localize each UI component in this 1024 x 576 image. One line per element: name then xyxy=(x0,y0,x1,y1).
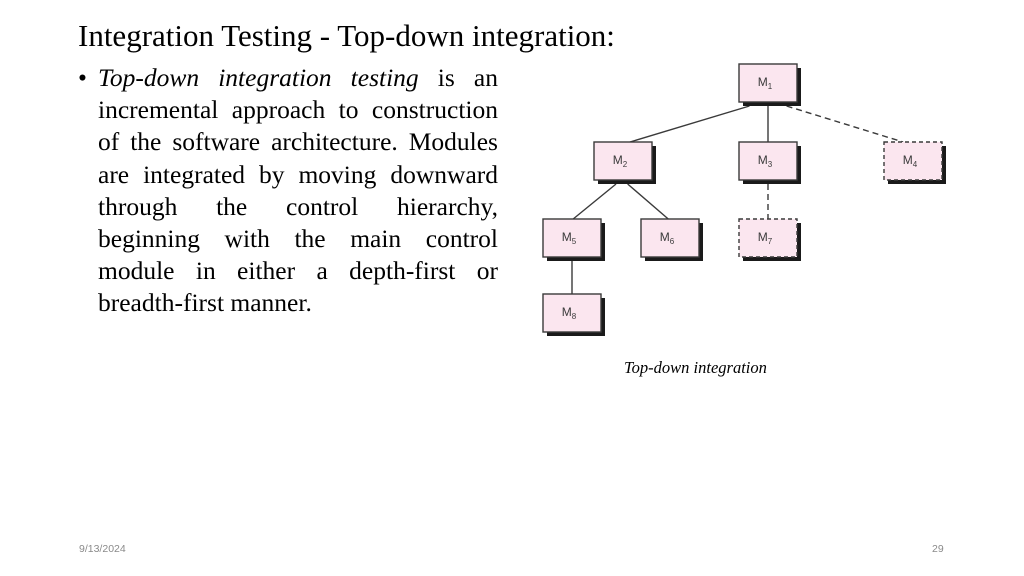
diagram-caption: Top-down integration xyxy=(624,358,767,377)
module-node-m8: M8 xyxy=(542,293,605,336)
hierarchy-diagram: M1 M2 M3 M4 M5 M6 M7 M8 xyxy=(542,63,946,336)
bullet-text: Top-down integration testing is an incre… xyxy=(98,62,498,320)
module-node-m4: M4 xyxy=(883,141,946,184)
edge-m1-m2 xyxy=(629,105,750,143)
module-node-m6: M6 xyxy=(640,218,703,261)
footer-date: 9/13/2024 xyxy=(79,543,126,555)
edge-m1-m4 xyxy=(786,105,904,143)
module-node-m1: M1 xyxy=(738,63,801,106)
edge-m2-m5 xyxy=(572,183,617,220)
module-node-m2: M2 xyxy=(593,141,656,184)
diagram-nodes: M1 M2 M3 M4 M5 M6 M7 M8 xyxy=(542,63,946,336)
module-node-m5: M5 xyxy=(542,218,605,261)
bullet-italic-lead: Top-down integration testing xyxy=(98,63,419,92)
footer-page-number: 29 xyxy=(932,543,944,555)
module-node-m3: M3 xyxy=(738,141,801,184)
module-node-m7: M7 xyxy=(738,218,801,261)
bullet-body: is an incremental approach to constructi… xyxy=(98,63,498,318)
edge-m2-m6 xyxy=(627,183,669,220)
bullet-marker: • xyxy=(78,63,87,92)
bullet-item: • Top-down integration testing is an inc… xyxy=(78,62,498,320)
slide-title: Integration Testing - Top-down integrati… xyxy=(78,18,615,53)
diagram-edges xyxy=(571,105,904,294)
